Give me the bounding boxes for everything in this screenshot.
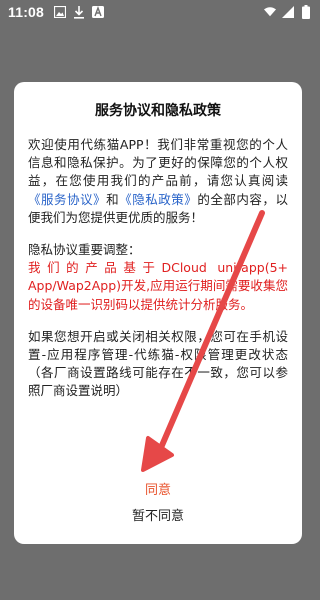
- status-bar: 11:08: [0, 0, 320, 24]
- disagree-button[interactable]: 暂不同意: [14, 500, 302, 528]
- privacy-update-heading: 隐私协议重要调整：: [28, 242, 141, 258]
- download-icon: [73, 5, 85, 19]
- permissions-paragraph: 如果您想开启或关闭相关权限，您可在手机设置-应用程序管理-代练猫-权限管理更改状…: [28, 328, 288, 399]
- battery-icon: [300, 5, 312, 19]
- status-left-icons: [54, 5, 105, 19]
- welcome-paragraph: 欢迎使用代练猫APP！我们非常重视您的个人信息和隐私保护。为了更好的保障您的个人…: [28, 136, 288, 227]
- font-icon: [92, 5, 105, 19]
- privacy-update-notice: 我们的产品基于DCloud uni-app(5+ App/Wap2App)开发,…: [28, 260, 288, 312]
- agree-button[interactable]: 同意: [14, 474, 302, 502]
- dialog-title: 服务协议和隐私政策: [95, 103, 221, 119]
- privacy-dialog: 服务协议和隐私政策 欢迎使用代练猫APP！我们非常重视您的个人信息和隐私保护。为…: [14, 82, 302, 544]
- privacy-update-paragraph: 隐私协议重要调整： 我们的产品基于DCloud uni-app(5+ App/Wa…: [28, 241, 288, 314]
- dialog-body: 欢迎使用代练猫APP！我们非常重视您的个人信息和隐私保护。为了更好的保障您的个人…: [28, 136, 288, 415]
- disagree-button-area: 暂不同意: [14, 500, 302, 530]
- status-right-icons: [264, 5, 312, 19]
- wifi-icon: [264, 5, 276, 19]
- gallery-icon: [54, 5, 67, 19]
- welcome-text: 欢迎使用代练猫APP！我们非常重视您的个人信息和隐私保护。为了更好的保障您的个人…: [28, 137, 288, 189]
- signal-icon: [282, 5, 294, 19]
- service-agreement-link[interactable]: 《服务协议》: [28, 192, 106, 207]
- privacy-policy-link[interactable]: 《隐私政策》: [119, 192, 197, 207]
- and-text: 和: [106, 191, 120, 207]
- status-time: 11:08: [8, 4, 45, 20]
